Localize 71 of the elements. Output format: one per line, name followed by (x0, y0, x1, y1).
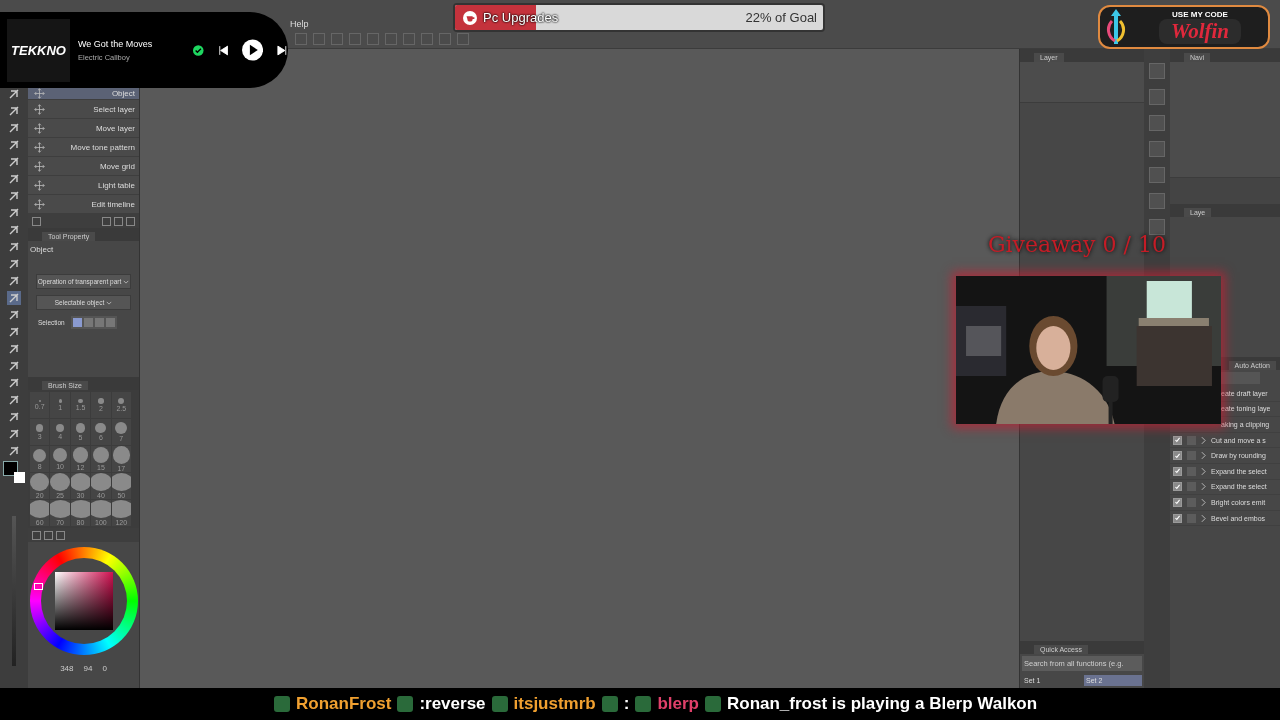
checkbox[interactable] (1187, 435, 1196, 445)
emote-icon (397, 696, 414, 712)
checkbox[interactable] (1173, 497, 1182, 507)
next-icon[interactable] (277, 44, 288, 56)
tool-icon[interactable] (7, 376, 21, 390)
tool-icon[interactable] (7, 359, 21, 373)
tool-icon[interactable] (7, 410, 21, 424)
checkbox[interactable] (1173, 513, 1182, 523)
tool-icon[interactable] (7, 172, 21, 186)
checkbox[interactable] (1173, 435, 1182, 445)
tool-icon[interactable] (7, 393, 21, 407)
tool-icon[interactable] (7, 274, 21, 288)
checkbox[interactable] (1173, 466, 1182, 476)
emote-icon (635, 696, 652, 712)
tool-icon[interactable] (7, 444, 21, 458)
arrows-logo-icon (1106, 7, 1126, 47)
color-value: 348 (60, 664, 74, 673)
cup-icon (463, 10, 477, 25)
tool-icon[interactable] (7, 342, 21, 356)
ticker-text: :reverse (419, 694, 486, 714)
tool-icon[interactable] (7, 325, 21, 339)
ticker-text: : (623, 694, 630, 714)
delete-icon[interactable] (126, 216, 135, 226)
property-heading: Object (29, 245, 55, 254)
tool-icon[interactable] (7, 427, 21, 441)
ticker-text: itsjustmrb (513, 694, 596, 714)
song-title: We Got the Moves (78, 38, 154, 49)
chevron-icon (123, 279, 130, 284)
move-icon (34, 160, 45, 172)
chevron-icon (106, 300, 113, 305)
move-icon (34, 198, 45, 210)
tool-icon[interactable] (7, 104, 21, 118)
emote-icon (491, 696, 508, 712)
color-swatch-icon[interactable] (3, 461, 25, 483)
dropdown[interactable] (1220, 372, 1260, 384)
previous-icon[interactable] (217, 44, 229, 56)
tool-icon[interactable] (7, 87, 21, 101)
move-icon (34, 122, 45, 134)
color-value: 0 (102, 664, 107, 673)
play-icon[interactable] (242, 39, 264, 61)
tool-icon[interactable] (7, 240, 21, 254)
selection-mode-icons[interactable] (70, 316, 117, 329)
move-icon (34, 141, 45, 153)
ticker-text: RonanFrost (296, 694, 392, 714)
tool-icon[interactable] (7, 155, 21, 169)
move-icon (34, 87, 45, 99)
move-icon (34, 103, 45, 115)
giveaway-counter: Giveaway 0 / 10 (988, 232, 1166, 257)
panel-icon[interactable] (32, 216, 41, 226)
tool-icon[interactable] (7, 138, 21, 152)
emote-icon (274, 696, 290, 712)
checkbox[interactable] (1173, 482, 1182, 492)
tool-icon[interactable] (7, 223, 21, 237)
move-icon (34, 179, 45, 191)
color-value: 94 (83, 664, 93, 673)
checkbox[interactable] (1173, 451, 1182, 461)
banner-caption: USE MY CODE (1172, 10, 1228, 19)
ticker-text: Ronan_frost is playing a Blerp Walkon (727, 694, 1038, 714)
emote-icon (705, 696, 721, 712)
emote-icon (601, 696, 618, 712)
promo-code: Wolfin (1159, 19, 1241, 44)
ticker-text: blerp (657, 694, 699, 714)
goal-reading: 22% of Goal (745, 10, 817, 25)
tool-icon[interactable] (7, 308, 21, 322)
tool-icon[interactable] (7, 121, 21, 135)
check-icon[interactable] (193, 44, 204, 56)
tool-icon[interactable] (7, 257, 21, 271)
tool-icon[interactable] (7, 189, 21, 203)
album-art: TEKKNO (7, 18, 70, 82)
menu-item[interactable]: Help (290, 19, 309, 30)
tool-icon[interactable] (7, 206, 21, 220)
